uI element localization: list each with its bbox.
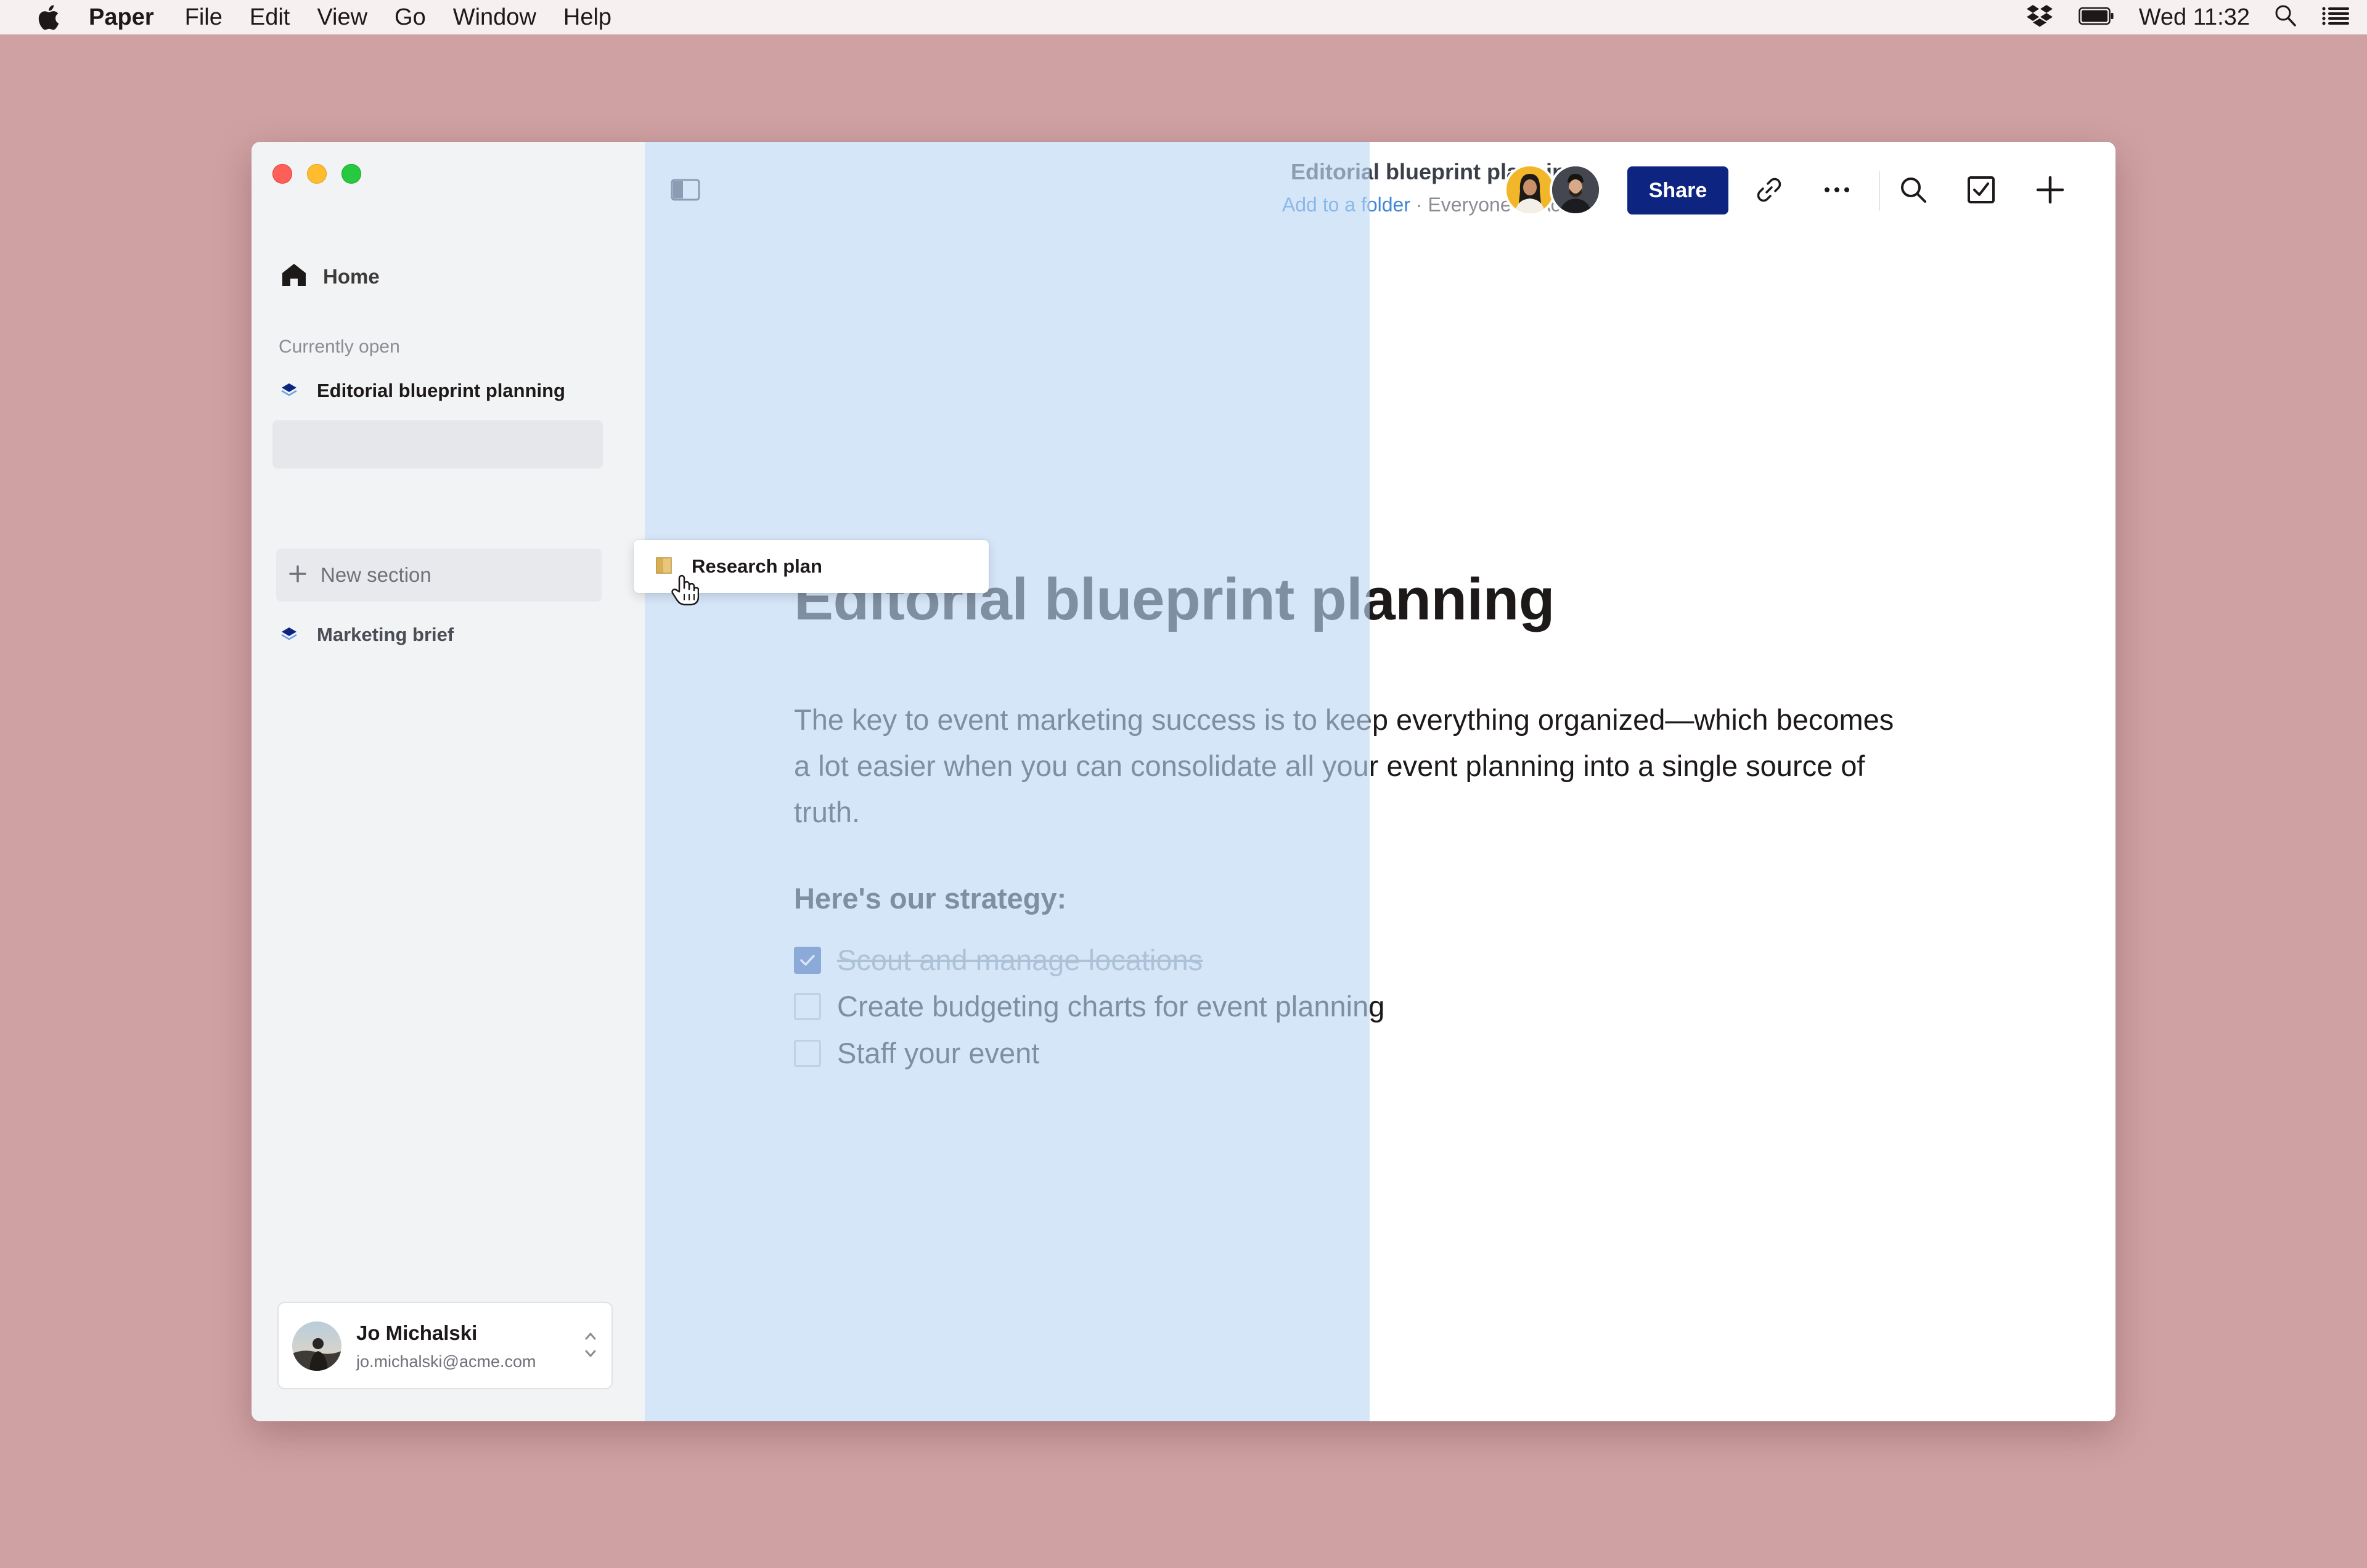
sidebar-toggle-icon (671, 179, 700, 203)
task-checkbox[interactable] (794, 1039, 821, 1067)
task-item: Staff your event (794, 1036, 1039, 1070)
user-email: jo.michalski@acme.com (356, 1352, 536, 1371)
sidebar-section-label: Currently open (279, 337, 400, 357)
sidebar-item-editorial-blueprint[interactable]: Editorial blueprint planning (281, 376, 565, 406)
menu-help[interactable]: Help (563, 4, 611, 31)
task-label[interactable]: Create budgeting charts for event planni… (837, 989, 1384, 1023)
document-body-paragraph[interactable]: The key to event marketing success is to… (794, 696, 1916, 835)
new-section-label: New section (321, 563, 431, 586)
window-controls (272, 164, 361, 184)
spotlight-search-icon[interactable] (2275, 4, 2297, 31)
create-new-button[interactable] (2032, 173, 2069, 210)
task-item: Create budgeting charts for event planni… (794, 989, 1384, 1023)
task-checkbox[interactable] (794, 992, 821, 1020)
sidebar-toggle-button[interactable] (671, 179, 700, 204)
window-zoom-button[interactable] (341, 164, 361, 184)
sidebar-doc-label: Editorial blueprint planning (317, 380, 565, 401)
copy-link-button[interactable] (1751, 173, 1788, 210)
plus-icon (288, 565, 307, 586)
chevron-up-down-icon (583, 1328, 598, 1365)
hand-cursor-icon (671, 573, 700, 610)
share-button[interactable]: Share (1627, 166, 1728, 214)
sidebar: Home Currently open Editorial blueprint … (251, 142, 645, 1421)
menu-bar: Paper File Edit View Go Window Help Wed … (0, 0, 2367, 35)
menu-file[interactable]: File (185, 4, 223, 31)
toolbar-divider (1879, 171, 1880, 211)
strategy-heading[interactable]: Here's our strategy: (794, 881, 1066, 915)
menu-view[interactable]: View (317, 4, 367, 31)
tasks-button[interactable] (1963, 173, 2000, 210)
new-section-button[interactable]: New section (276, 549, 602, 602)
task-item: Scout and manage locations (794, 943, 1203, 977)
user-name: Jo Michalski (356, 1321, 478, 1344)
task-checkbox-checked[interactable] (794, 946, 821, 974)
paper-doc-icon (281, 626, 297, 645)
dragged-item-label: Research plan (692, 555, 822, 577)
menu-window[interactable]: Window (453, 4, 536, 31)
sidebar-doc-label: Marketing brief (317, 624, 454, 645)
sidebar-item-home[interactable]: Home (281, 263, 380, 290)
more-options-button[interactable] (1818, 173, 1855, 210)
sidebar-item-marketing-brief[interactable]: Marketing brief (281, 624, 454, 646)
task-label[interactable]: Staff your event (837, 1036, 1039, 1070)
header-separator: · (1410, 194, 1428, 216)
collaborator-avatars[interactable] (1504, 164, 1603, 216)
add-to-folder-link[interactable]: Add to a folder (1282, 194, 1410, 216)
control-center-list-icon[interactable] (2321, 6, 2350, 30)
battery-icon[interactable] (2078, 7, 2114, 28)
more-options-icon (1822, 186, 1852, 197)
window-close-button[interactable] (272, 164, 292, 184)
home-icon (281, 263, 307, 290)
search-button[interactable] (1895, 173, 1932, 210)
account-switcher[interactable]: Jo Michalski jo.michalski@acme.com (279, 1303, 611, 1388)
window-minimize-button[interactable] (307, 164, 327, 184)
collaborator-avatar[interactable] (1550, 164, 1601, 216)
menubar-clock[interactable]: Wed 11:32 (2139, 4, 2250, 31)
sidebar-home-label: Home (323, 264, 380, 288)
create-new-icon (2035, 175, 2065, 208)
paper-doc-icon (281, 382, 297, 401)
search-icon (1899, 176, 1928, 207)
collaborator-avatar[interactable] (1504, 164, 1556, 216)
menu-app-name[interactable]: Paper (89, 4, 154, 31)
drop-target-placeholder[interactable] (272, 420, 603, 468)
checklist-icon (1967, 176, 1995, 207)
user-avatar (292, 1321, 341, 1371)
menu-edit[interactable]: Edit (250, 4, 290, 31)
paper-app-window: Home Currently open Editorial blueprint … (251, 142, 2116, 1421)
task-label[interactable]: Scout and manage locations (837, 943, 1203, 977)
dropbox-icon[interactable] (2026, 4, 2054, 31)
apple-menu-icon[interactable] (36, 3, 60, 31)
copy-link-icon (1754, 175, 1784, 208)
menu-go[interactable]: Go (394, 4, 426, 31)
